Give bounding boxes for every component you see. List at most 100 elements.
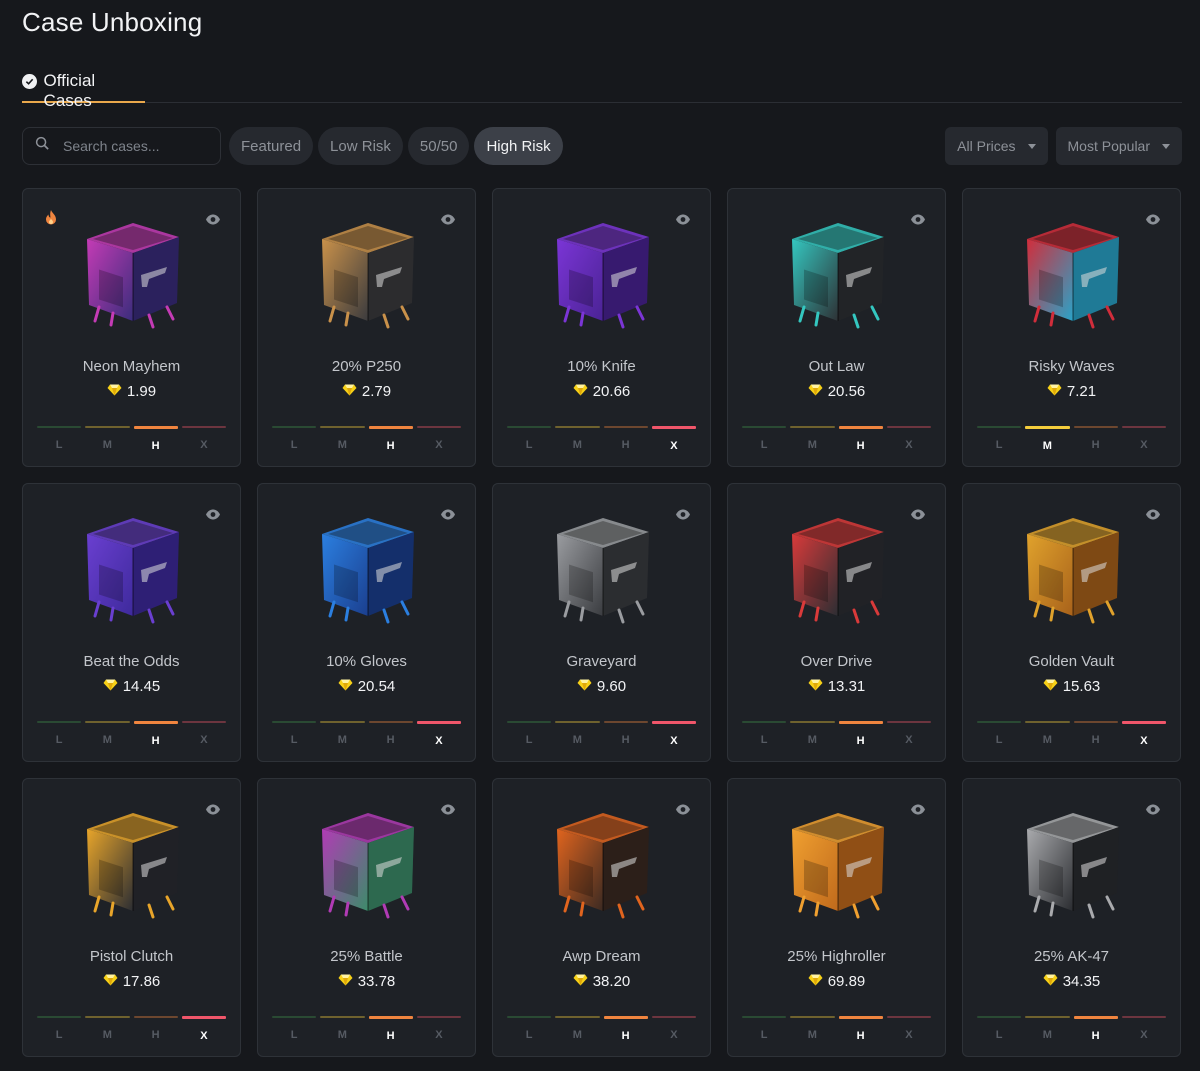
eye-icon[interactable]: [675, 212, 691, 230]
risk-label: M: [102, 734, 112, 746]
risk-label: L: [290, 439, 298, 451]
price-dropdown-label: All Prices: [957, 138, 1016, 154]
risk-label: L: [760, 734, 768, 746]
risk-bar: [742, 1016, 787, 1018]
case-box-icon: [792, 518, 884, 624]
risk-segment-h: H: [368, 426, 413, 452]
case-card[interactable]: Awp Dream 38.20 L M H X: [492, 778, 711, 1057]
filter-high-risk[interactable]: High Risk: [474, 127, 563, 165]
filter-50-50[interactable]: 50/50: [407, 127, 470, 165]
price-value: 7.21: [1066, 383, 1097, 400]
case-card[interactable]: 25% Battle 33.78 L M H X: [257, 778, 476, 1057]
filter-featured[interactable]: Featured: [229, 127, 314, 165]
case-card[interactable]: Risky Waves 7.21 L M H X: [962, 188, 1181, 467]
risk-bar: [368, 1016, 413, 1019]
risk-bar: [181, 426, 226, 428]
price-value: 1.99: [126, 383, 157, 400]
case-card[interactable]: Beat the Odds 14.45 L M H X: [22, 483, 241, 762]
risk-label: H: [621, 439, 630, 451]
risk-bar: [416, 426, 461, 428]
case-card[interactable]: Out Law 20.56 L M H X: [727, 188, 946, 467]
eye-icon[interactable]: [1145, 507, 1161, 525]
risk-segment-m: M: [555, 1016, 600, 1042]
risk-bar: [742, 426, 787, 428]
risk-label: X: [670, 735, 678, 747]
risk-segment-l: L: [507, 1016, 552, 1042]
page-title: Case Unboxing: [22, 7, 203, 37]
risk-segment-l: L: [37, 1016, 82, 1042]
search-box[interactable]: [22, 127, 221, 165]
risk-bar: [790, 721, 835, 723]
sort-dropdown[interactable]: Most Popular: [1055, 127, 1182, 165]
eye-icon[interactable]: [205, 212, 221, 230]
risk-label: H: [856, 1030, 865, 1042]
risk-label: X: [905, 1029, 913, 1041]
risk-segment-m: M: [320, 1016, 365, 1042]
case-price: 13.31: [728, 678, 945, 695]
chevron-down-icon: [1162, 143, 1170, 149]
risk-segment-m: M: [1025, 426, 1070, 452]
eye-icon[interactable]: [440, 802, 456, 820]
risk-label: H: [621, 734, 630, 746]
eye-icon[interactable]: [910, 212, 926, 230]
eye-icon[interactable]: [910, 802, 926, 820]
case-card[interactable]: Pistol Clutch 17.86 L M H X: [22, 778, 241, 1057]
risk-label: X: [200, 734, 208, 746]
case-card[interactable]: 25% AK-47 34.35 L M H X: [962, 778, 1181, 1057]
tab-label: Official Cases: [43, 71, 96, 110]
risk-bar: [1073, 426, 1118, 428]
case-card[interactable]: Graveyard 9.60 L M H X: [492, 483, 711, 762]
search-input[interactable]: [63, 138, 203, 154]
eye-icon[interactable]: [675, 507, 691, 525]
chevron-down-icon: [1027, 143, 1036, 149]
risk-label: X: [200, 439, 208, 451]
risk-segment-m: M: [85, 1016, 130, 1042]
risk-segment-h: H: [838, 426, 883, 452]
risk-meter: LMHX: [977, 426, 1166, 452]
risk-bar: [37, 426, 82, 428]
eye-icon[interactable]: [1145, 212, 1161, 230]
risk-label: X: [1140, 735, 1148, 747]
diamond-icon: [808, 973, 823, 990]
risk-meter: LMHX: [272, 1016, 461, 1042]
risk-segment-m: M: [320, 426, 365, 452]
price-dropdown[interactable]: All Prices: [945, 127, 1048, 165]
risk-segment-m: M: [320, 721, 365, 747]
case-card[interactable]: Neon Mayhem 1.99 L M H X: [22, 188, 241, 467]
risk-bar: [977, 721, 1022, 723]
risk-bar: [555, 1016, 600, 1018]
eye-icon[interactable]: [675, 802, 691, 820]
eye-icon[interactable]: [440, 212, 456, 230]
case-card[interactable]: 10% Knife 20.66 L M H X: [492, 188, 711, 467]
risk-filters: Featured Low Risk 50/50 High Risk: [229, 127, 563, 165]
filter-low-risk[interactable]: Low Risk: [318, 127, 403, 165]
case-card[interactable]: 10% Gloves 20.54 L M H X: [257, 483, 476, 762]
case-price: 69.89: [728, 973, 945, 990]
risk-bar: [272, 1016, 317, 1018]
eye-icon[interactable]: [1145, 802, 1161, 820]
risk-segment-x: X: [651, 426, 696, 452]
case-card[interactable]: 20% P250 2.79 L M H X: [257, 188, 476, 467]
risk-label: L: [55, 439, 63, 451]
case-card[interactable]: Over Drive 13.31 L M H X: [727, 483, 946, 762]
case-card[interactable]: 25% Highroller 69.89 L M H X: [727, 778, 946, 1057]
case-box-icon: [557, 518, 649, 624]
risk-bar: [85, 721, 130, 723]
risk-bar: [1073, 721, 1118, 723]
risk-meter: LMHX: [37, 1016, 226, 1042]
case-card[interactable]: Golden Vault 15.63 L M H X: [962, 483, 1181, 762]
diamond-icon: [577, 678, 592, 695]
eye-icon[interactable]: [910, 507, 926, 525]
risk-label: L: [55, 734, 63, 746]
risk-segment-m: M: [790, 721, 835, 747]
eye-icon[interactable]: [205, 802, 221, 820]
case-price: 7.21: [963, 383, 1180, 400]
case-name: Beat the Odds: [83, 653, 180, 670]
risk-label: H: [386, 734, 395, 746]
risk-bar: [85, 1016, 130, 1018]
eye-icon[interactable]: [440, 507, 456, 525]
eye-icon[interactable]: [205, 507, 221, 525]
case-price: 2.79: [258, 383, 475, 400]
risk-segment-x: X: [181, 721, 226, 747]
tab-official-cases[interactable]: Official Cases: [22, 69, 145, 110]
